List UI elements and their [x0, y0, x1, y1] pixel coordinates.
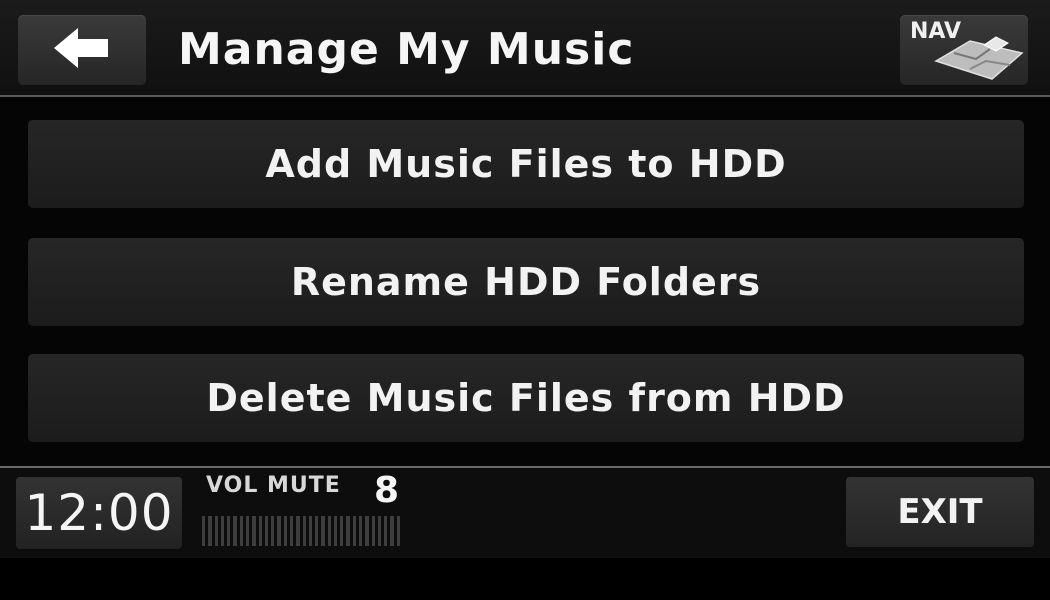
header-divider — [0, 95, 1050, 97]
back-button[interactable] — [18, 15, 146, 85]
add-music-files-button[interactable]: Add Music Files to HDD — [28, 120, 1024, 208]
clock-display[interactable]: 12:00 — [16, 477, 182, 549]
exit-label: EXIT — [897, 492, 983, 532]
nav-label: NAV — [910, 19, 961, 44]
exit-button[interactable]: EXIT — [846, 477, 1034, 547]
screen: Manage My Music NAV Add Music Files to H… — [0, 0, 1050, 600]
rename-folders-button[interactable]: Rename HDD Folders — [28, 238, 1024, 326]
page-title: Manage My Music — [178, 24, 635, 75]
nav-button[interactable]: NAV — [900, 15, 1028, 85]
volume-meter — [202, 516, 400, 546]
menu-item-label: Rename HDD Folders — [290, 260, 762, 304]
volume-label: VOL MUTE — [206, 473, 341, 498]
bottom-bezel — [0, 558, 1050, 600]
menu-item-label: Delete Music Files from HDD — [206, 376, 846, 420]
volume-value: 8 — [374, 470, 400, 511]
menu-item-label: Add Music Files to HDD — [265, 142, 787, 186]
arrow-left-icon — [52, 26, 112, 74]
delete-music-files-button[interactable]: Delete Music Files from HDD — [28, 354, 1024, 442]
